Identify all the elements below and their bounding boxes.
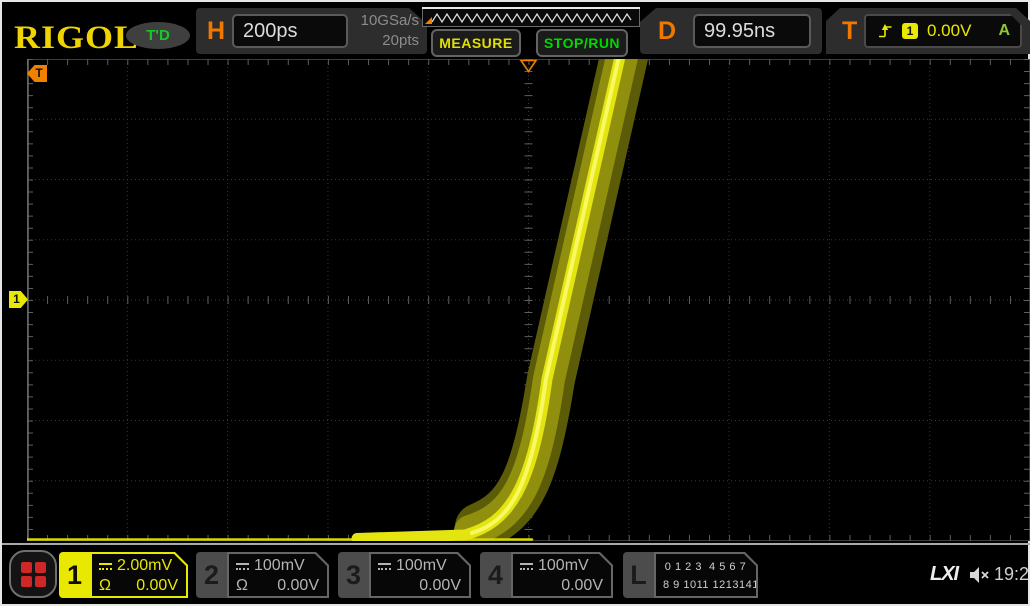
channel4-scale: 100mV <box>538 557 589 575</box>
speaker-muted-icon[interactable] <box>968 564 992 586</box>
dc-coupling-icon <box>520 563 533 570</box>
channel1-number[interactable]: 1 <box>59 552 90 598</box>
graticule <box>27 59 1030 541</box>
oscilloscope-screen: RIGOL T'D H 200ps 10GSa/s 20pts MEASURE … <box>0 0 1030 606</box>
memory-position-bar[interactable] <box>422 6 640 28</box>
clock: 19:21 <box>994 564 1030 585</box>
sample-rate-readout: 10GSa/s 20pts <box>361 11 419 51</box>
waveform-display-area[interactable] <box>27 59 1030 541</box>
channel3-status[interactable]: 3 100mV 0.00V <box>338 552 471 598</box>
memory-depth: 20pts <box>382 32 419 49</box>
logic-channels-status[interactable]: L 0 1 2 3 4 5 6 7 8 9 1011 12131415 <box>623 552 758 598</box>
rigol-logo: RIGOL <box>14 18 139 57</box>
trigger-label: T <box>842 17 857 46</box>
channel2-status[interactable]: 2 100mV Ω 0.00V <box>196 552 329 598</box>
dc-coupling-icon <box>99 563 112 570</box>
rising-edge-trigger-icon <box>878 23 893 39</box>
channel3-scale: 100mV <box>396 557 447 575</box>
delay-label: D <box>658 17 676 46</box>
trigger-settings-box[interactable]: 1 0.00V A <box>864 14 1022 48</box>
channel1-impedance: Ω <box>99 577 111 595</box>
timebase-value[interactable]: 200ps <box>232 14 348 48</box>
channel2-number[interactable]: 2 <box>196 552 227 598</box>
channel4-offset: 0.00V <box>561 577 603 595</box>
channel1-offset: 0.00V <box>136 577 178 595</box>
dc-coupling-icon <box>236 563 249 570</box>
bottom-separator <box>2 543 1030 545</box>
dc-coupling-icon <box>378 563 391 570</box>
horizontal-panel[interactable]: H 200ps 10GSa/s 20pts <box>196 8 427 54</box>
channel1-status[interactable]: 1 2.00mV Ω 0.00V <box>59 552 188 598</box>
lxi-indicator: LXI <box>930 563 958 586</box>
trigger-level-value: 0.00V <box>927 21 971 41</box>
menu-grid-icon <box>21 562 46 587</box>
logic-row-0-7: 0 1 2 3 4 5 6 7 <box>663 558 748 576</box>
channel2-offset: 0.00V <box>277 577 319 595</box>
logic-label[interactable]: L <box>623 552 654 598</box>
sample-rate: 10GSa/s <box>361 12 419 29</box>
trigger-status-badge: T'D <box>126 22 190 49</box>
channel4-number[interactable]: 4 <box>480 552 511 598</box>
channel4-status[interactable]: 4 100mV 0.00V <box>480 552 613 598</box>
channel2-impedance: Ω <box>236 577 248 595</box>
channel3-number[interactable]: 3 <box>338 552 369 598</box>
stop-run-button[interactable]: STOP/RUN <box>536 29 628 57</box>
horizontal-label: H <box>207 17 225 46</box>
home-menu-button[interactable] <box>9 550 57 598</box>
channel3-offset: 0.00V <box>419 577 461 595</box>
delay-panel[interactable]: D 99.95ns <box>640 8 822 54</box>
channel1-ground-flag[interactable]: 1 <box>9 291 28 308</box>
measure-button[interactable]: MEASURE <box>431 29 521 57</box>
logic-row-8-15: 8 9 1011 12131415 <box>663 576 748 594</box>
trigger-mode-auto: A <box>998 22 1010 40</box>
channel1-scale: 2.00mV <box>117 557 172 575</box>
trigger-panel[interactable]: T 1 0.00V A <box>826 8 1030 54</box>
delay-value[interactable]: 99.95ns <box>693 14 811 48</box>
channel2-scale: 100mV <box>254 557 305 575</box>
trigger-source-badge: 1 <box>902 23 918 39</box>
